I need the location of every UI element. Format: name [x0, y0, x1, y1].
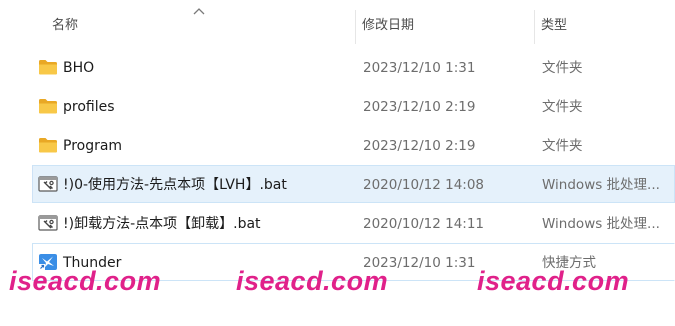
file-name: Program	[63, 138, 123, 154]
file-type: Windows 批处理...	[542, 216, 660, 232]
file-type: 文件夹	[542, 99, 583, 115]
column-divider[interactable]	[534, 10, 535, 44]
file-modified-date: 2023/12/10 2:19	[363, 138, 476, 154]
column-header-row: 名称 修改日期 类型	[0, 0, 675, 44]
watermark-text: iseacd.com	[236, 266, 389, 296]
file-name: !)卸载方法-点本项【卸载】.bat	[63, 216, 261, 232]
file-row-uninstall-bat[interactable]: !)卸载方法-点本项【卸载】.bat 2020/10/12 14:11 Wind…	[32, 204, 675, 242]
file-row-usage-bat[interactable]: !)0-使用方法-先点本项【LVH】.bat 2020/10/12 14:08 …	[32, 165, 675, 203]
batch-file-icon	[38, 215, 58, 231]
folder-icon	[39, 60, 57, 75]
column-header-name[interactable]: 名称	[52, 0, 352, 44]
batch-file-icon	[38, 176, 58, 192]
column-header-type[interactable]: 类型	[541, 0, 675, 44]
file-name: !)0-使用方法-先点本项【LVH】.bat	[63, 177, 287, 193]
file-type: 文件夹	[542, 138, 583, 154]
file-type: 文件夹	[542, 60, 583, 76]
watermark-text: iseacd.com	[477, 266, 630, 296]
folder-icon	[39, 138, 57, 153]
file-row-program[interactable]: Program 2023/12/10 2:19 文件夹	[32, 126, 675, 164]
file-type: Windows 批处理...	[542, 177, 660, 193]
file-explorer-list-view: 名称 修改日期 类型 BHO 2023/12/10 1:31 文件夹 profi…	[0, 0, 675, 326]
file-name: profiles	[63, 99, 115, 115]
file-row-profiles[interactable]: profiles 2023/12/10 2:19 文件夹	[32, 87, 675, 125]
file-name: BHO	[63, 60, 95, 76]
column-divider[interactable]	[355, 10, 356, 44]
watermark-text: iseacd.com	[9, 266, 162, 296]
file-modified-date: 2020/10/12 14:11	[363, 216, 485, 232]
file-modified-date: 2023/12/10 1:31	[363, 60, 476, 76]
file-modified-date: 2020/10/12 14:08	[363, 177, 485, 193]
file-modified-date: 2023/12/10 2:19	[363, 99, 476, 115]
file-row-bho[interactable]: BHO 2023/12/10 1:31 文件夹	[32, 48, 675, 86]
column-header-modified[interactable]: 修改日期	[362, 0, 532, 44]
watermark-overlay: iseacd.com iseacd.com iseacd.com	[0, 266, 675, 306]
folder-icon	[39, 99, 57, 114]
